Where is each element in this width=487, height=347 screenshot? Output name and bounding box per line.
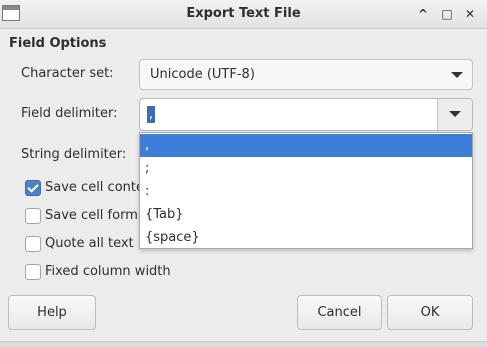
delimiter-option-comma[interactable]: ,	[140, 134, 472, 157]
character-set-select[interactable]: Unicode (UTF-8)	[139, 59, 473, 90]
chevron-down-icon	[449, 111, 461, 117]
checkbox-box[interactable]	[25, 180, 41, 196]
window-bottom-edge	[0, 341, 487, 347]
character-set-label: Character set:	[21, 66, 114, 81]
delimiter-option-space[interactable]: {space}	[140, 226, 472, 249]
checkbox-label: Quote all text	[45, 236, 134, 251]
character-set-value: Unicode (UTF-8)	[150, 67, 255, 82]
field-delimiter-combo[interactable]: ,	[139, 98, 473, 131]
close-button[interactable]: ✕	[461, 5, 479, 23]
ok-button[interactable]: OK	[387, 295, 473, 330]
minimize-button[interactable]: ^	[414, 5, 432, 23]
checkbox-label: Save cell form	[45, 208, 138, 223]
checkbox-box[interactable]	[25, 236, 41, 252]
delimiter-option-colon[interactable]: :	[140, 180, 472, 203]
field-delimiter-input[interactable]: ,	[147, 106, 155, 123]
delimiter-option-tab[interactable]: {Tab}	[140, 203, 472, 226]
cancel-button[interactable]: Cancel	[297, 295, 382, 330]
field-delimiter-dropdown-list: , ; : {Tab} {space}	[139, 132, 473, 249]
string-delimiter-label: String delimiter:	[21, 147, 127, 162]
maximize-button[interactable]: □	[438, 5, 456, 23]
field-delimiter-dropdown-button[interactable]	[437, 99, 472, 130]
help-button[interactable]: Help	[8, 295, 96, 330]
field-delimiter-label: Field delimiter:	[21, 106, 118, 121]
checkbox-box[interactable]	[25, 264, 41, 280]
checkbox-box[interactable]	[25, 208, 41, 224]
checkbox-label: Save cell conte	[45, 180, 144, 195]
checkbox-label: Fixed column width	[45, 264, 171, 279]
chevron-down-icon	[451, 72, 463, 78]
section-title: Field Options	[9, 36, 107, 51]
delimiter-option-semicolon[interactable]: ;	[140, 157, 472, 180]
title-bar: Export Text File ^ □ ✕	[0, 0, 487, 29]
